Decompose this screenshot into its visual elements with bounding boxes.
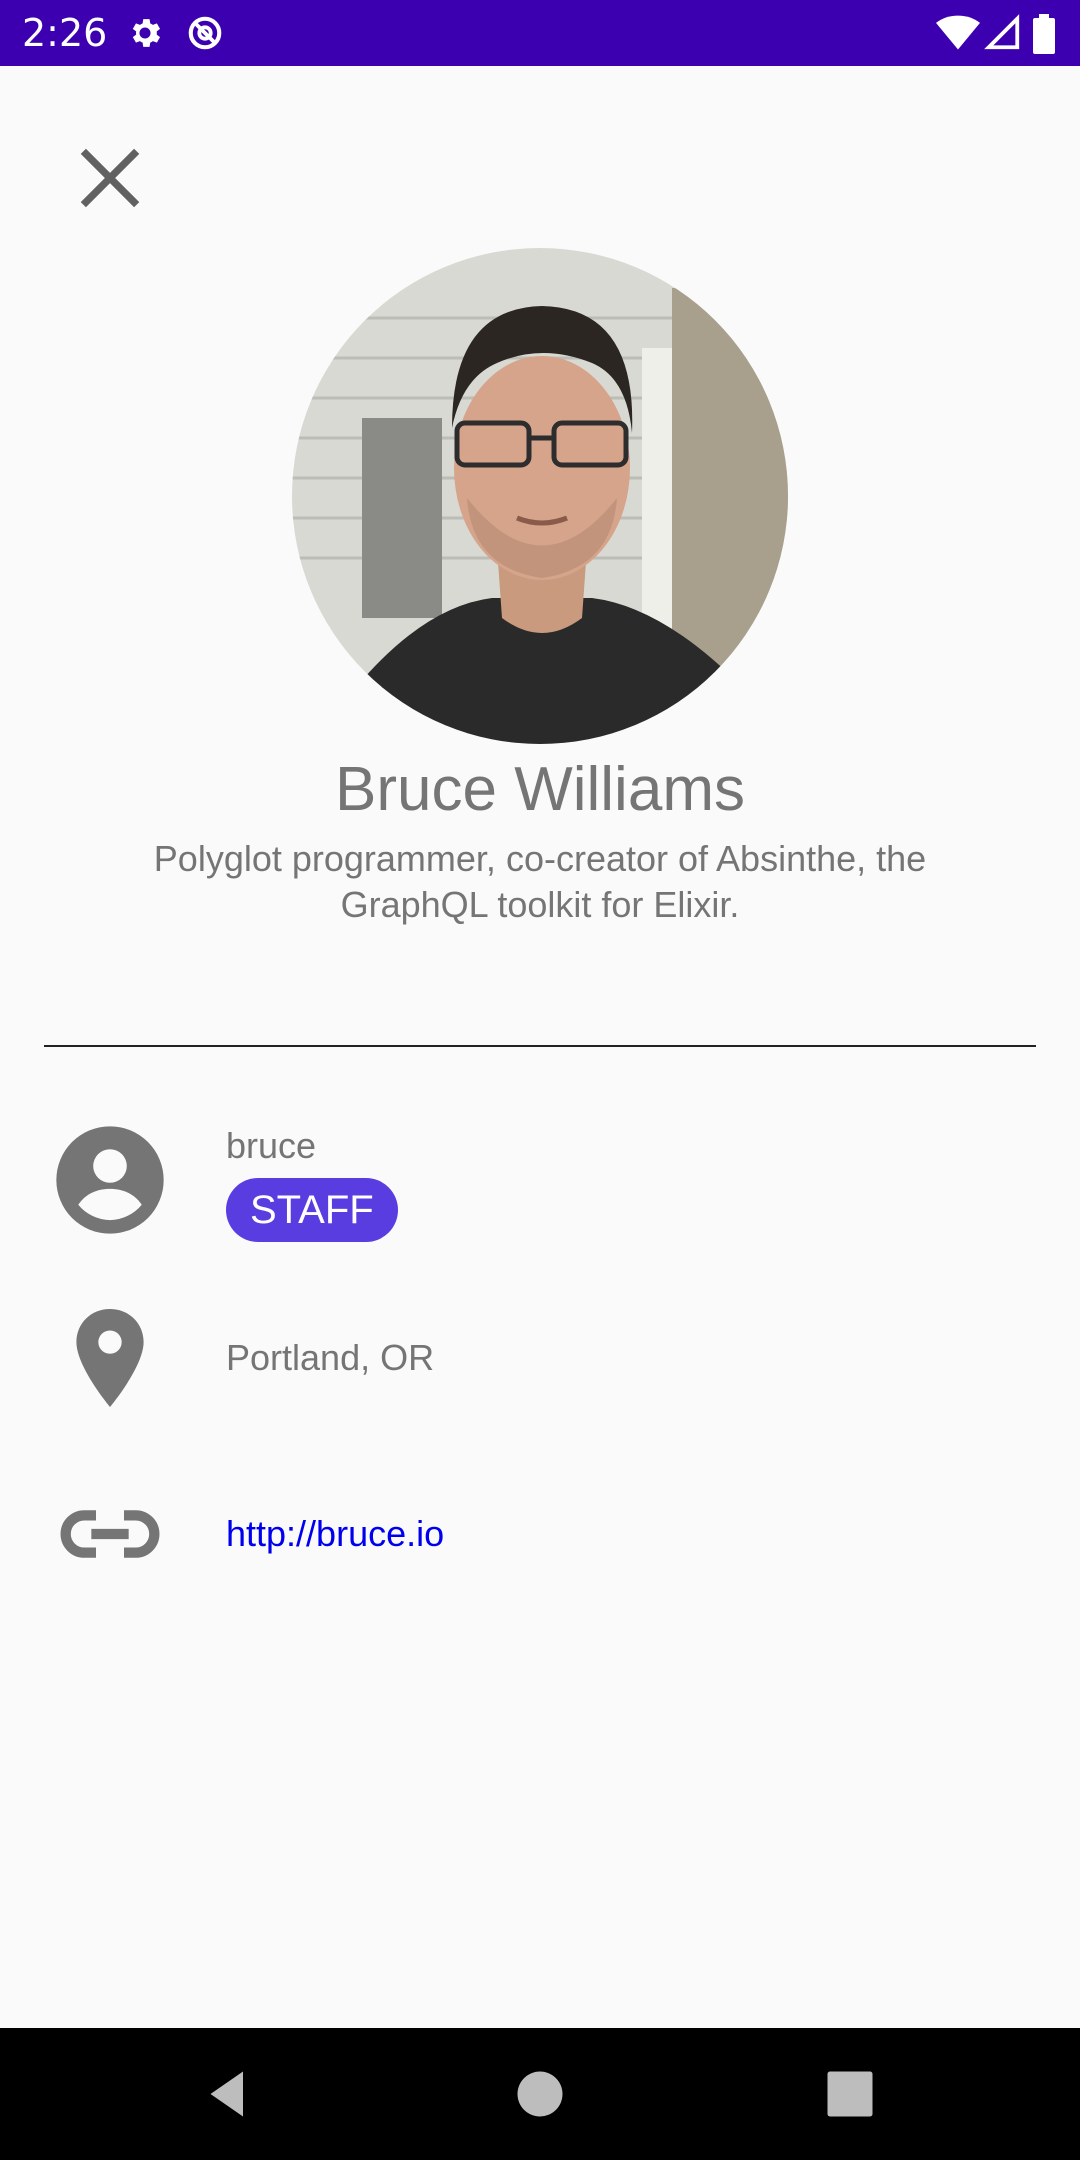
- close-button[interactable]: [60, 128, 160, 228]
- location-pin-icon: [54, 1302, 166, 1414]
- divider: [44, 1045, 1036, 1047]
- home-button[interactable]: [500, 2054, 580, 2134]
- status-bar: 2:26: [0, 0, 1080, 66]
- battery-icon: [1032, 14, 1056, 54]
- staff-badge: STAFF: [226, 1178, 398, 1242]
- wifi-icon: [936, 14, 980, 52]
- close-icon: [80, 148, 140, 208]
- profile-bio: Polyglot programmer, co-creator of Absin…: [153, 838, 927, 925]
- no-disturb-icon: [186, 14, 224, 52]
- signal-icon: [984, 14, 1022, 52]
- recents-button[interactable]: [810, 2054, 890, 2134]
- account-icon: [54, 1124, 166, 1236]
- link-icon: [54, 1478, 166, 1590]
- recents-icon: [827, 2071, 873, 2117]
- website-link[interactable]: http://bruce.io: [226, 1512, 444, 1556]
- status-time: 2:26: [22, 11, 108, 55]
- back-icon: [210, 2071, 243, 2117]
- gear-icon: [126, 14, 164, 52]
- back-button[interactable]: [188, 2054, 268, 2134]
- navigation-bar: [0, 2028, 1080, 2160]
- profile-screen: 2:26 Bruce Williams Polyglot programmer,…: [0, 0, 1080, 2160]
- avatar: [292, 248, 788, 744]
- location-text: Portland, OR: [226, 1337, 435, 1378]
- home-icon: [517, 2071, 563, 2117]
- username: bruce: [226, 1125, 317, 1166]
- profile-name: Bruce Williams: [335, 755, 745, 824]
